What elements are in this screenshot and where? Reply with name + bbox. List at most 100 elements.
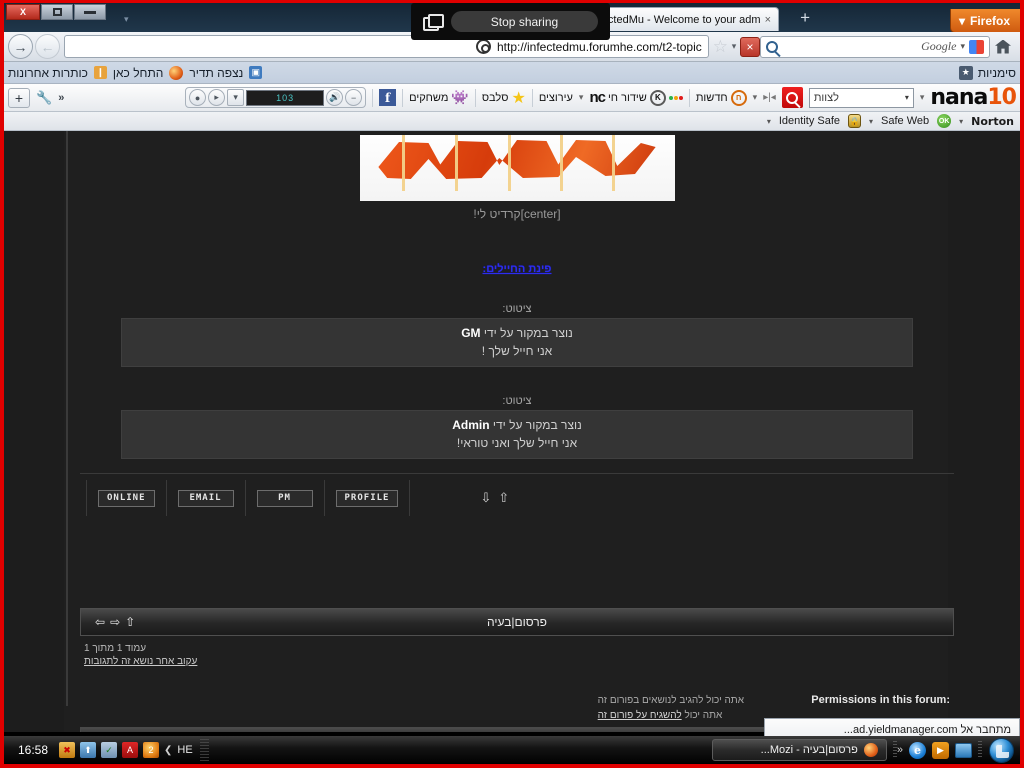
taskbar-grip[interactable]	[978, 741, 982, 759]
divider	[409, 480, 411, 516]
nana-item-news-label: חדשות	[695, 91, 728, 104]
nana10-logo[interactable]: nana10	[930, 86, 1017, 109]
nav-arrows: → ←	[8, 34, 60, 59]
page-indicator: עמוד 1 מתוך 1	[84, 643, 147, 654]
nana-search-input[interactable]: ▾ לצוות	[808, 87, 914, 108]
nana-search-button[interactable]	[781, 87, 803, 108]
tab-close-icon[interactable]: ×	[765, 14, 771, 26]
wrench-icon[interactable]: 🔧	[36, 90, 52, 106]
zoom-next-button[interactable]: ▸	[208, 89, 226, 106]
online-button[interactable]: ONLINE	[98, 489, 155, 507]
bookmark-item-start-label[interactable]: התחל כאן	[113, 66, 163, 80]
profile-button[interactable]: PROFILE	[335, 489, 399, 507]
tab-list-caret-icon[interactable]: ▾	[124, 14, 129, 25]
blocked-icon[interactable]: ✖	[59, 742, 76, 758]
search-bar[interactable]: Google ▾	[760, 35, 990, 58]
clock[interactable]: 16:58	[12, 743, 54, 757]
url-text: http://infectedmu.forumhe.com/t2-topic	[496, 39, 702, 54]
taskbar-grip-2[interactable]	[892, 741, 897, 759]
new-tab-button[interactable]: +	[800, 8, 810, 28]
url-bar[interactable]: http://infectedmu.forumhe.com/t2-topic	[64, 35, 709, 58]
quick-launch-bar: ▶ e	[903, 741, 978, 759]
news-caret-icon[interactable]: ▾	[753, 92, 758, 103]
bookmark-item-headlines-label[interactable]: כותרות אחרונות	[8, 66, 88, 80]
internet-explorer-icon[interactable]: e	[909, 741, 926, 759]
taskbar-item-firefox[interactable]: פרסום|בעיה - Mozi...	[711, 739, 887, 761]
email-button[interactable]: EMAIL	[177, 489, 234, 507]
bookmark-items: ▣ נצפה תדיר התחל כאן ❙ כותרות אחרונות	[8, 65, 263, 80]
network-icon[interactable]: ✓	[101, 742, 118, 758]
zoom-level-field[interactable]: 103	[246, 89, 325, 106]
quote-text-1: אני חייל שלך !	[481, 344, 553, 358]
nana-item-celebs[interactable]: ★ סלבס	[482, 88, 526, 108]
nana-caret-icon[interactable]: ▾	[920, 92, 925, 103]
search-engine-caret-icon[interactable]: ▾	[960, 41, 965, 52]
stop-loading-button[interactable]: ×	[740, 36, 760, 57]
live-icon: K	[649, 89, 666, 106]
zoom-dropdown-caret-icon[interactable]: ▾	[227, 89, 245, 106]
firefox-icon	[863, 743, 878, 757]
messenger-icon[interactable]: 2	[143, 742, 160, 758]
stop-sharing-button[interactable]: Stop sharing	[451, 11, 598, 32]
scroll-up-icon[interactable]: ⇧	[498, 490, 509, 506]
divider	[323, 480, 325, 516]
home-icon	[995, 39, 1011, 54]
firefox-menu-button[interactable]: ▾ Firefox	[949, 9, 1020, 33]
forward-button[interactable]: →	[8, 34, 33, 59]
nana10-toolbar: nana10 ▾ ▾ לצוות ◂|▸ ▾ ח חדשות K שידור ח…	[4, 84, 1020, 112]
window-close-button[interactable]: X	[6, 4, 40, 20]
nana-item-channels[interactable]: עירוצים	[539, 92, 573, 104]
window-restore-button[interactable]	[41, 4, 73, 20]
site-identity-icon[interactable]	[475, 39, 491, 54]
identity-safe-label[interactable]: Identity Safe	[779, 115, 840, 127]
nana-search-caret-icon[interactable]: ▾	[905, 93, 909, 102]
facebook-icon[interactable]: f	[379, 89, 397, 106]
start-button[interactable]	[984, 737, 1018, 763]
show-desktop-icon[interactable]	[955, 742, 972, 758]
permission-line-2-link[interactable]: להשגיח על פורום זה	[598, 710, 682, 721]
search-icon	[786, 91, 799, 104]
volume-icon[interactable]: 🔊	[326, 89, 344, 106]
scroll-down-icon[interactable]: ⇩	[480, 490, 491, 506]
bookmark-item-frequent-label[interactable]: נצפה תדיר	[189, 66, 243, 80]
update-icon[interactable]: ⬆	[80, 742, 97, 758]
channels-caret-icon[interactable]: ▾	[579, 92, 584, 103]
avg-icon[interactable]: A	[122, 742, 139, 758]
bookmarks-menu-group[interactable]: סימניות ★	[958, 65, 1016, 80]
bookmark-extra-icon[interactable]: ▣	[249, 66, 263, 79]
bookmarks-label: סימניות	[977, 65, 1016, 80]
window-minimize-button[interactable]	[74, 4, 106, 20]
post-blue-link[interactable]: פינת החיילים:	[80, 263, 954, 275]
identity-safe-caret-icon[interactable]: ▾	[767, 117, 771, 126]
toolbar-collapse-icon[interactable]: «	[58, 92, 64, 104]
show-desktop-strip[interactable]	[199, 739, 209, 761]
post-banner-image	[359, 135, 675, 201]
nana-item-games[interactable]: 👾 משחקים	[409, 89, 469, 106]
quote-text-2: אני חייל שלך ואני טוראי!	[456, 436, 578, 450]
lock-icon: 🔒	[848, 114, 862, 128]
nana-item-live[interactable]: K שידור חי nc	[589, 89, 683, 106]
norton-caret-icon[interactable]: ▾	[959, 117, 963, 126]
nana-item-news[interactable]: ח חדשות	[695, 89, 747, 106]
bookmark-star-icon[interactable]: ☆	[713, 37, 728, 57]
quick-launch-chevron-icon[interactable]: «	[897, 744, 903, 756]
zoom-minus-button[interactable]: −	[345, 89, 363, 106]
divider	[531, 88, 533, 107]
back-button[interactable]: ←	[35, 34, 60, 59]
divider	[86, 480, 87, 516]
safe-web-label[interactable]: Safe Web	[881, 115, 929, 127]
zoom-stop-button[interactable]: ●	[189, 89, 207, 106]
quote-header-1: ציטוט:	[502, 303, 532, 315]
breadcrumb-text[interactable]: InfectedMu :: הפורום ושרת המשחק :: חדשות…	[87, 732, 353, 733]
zoom-control[interactable]: − 🔊 103 ▾ ▸ ●	[185, 87, 367, 108]
tray-expand-icon[interactable]: ❯	[164, 745, 172, 756]
home-button[interactable]	[990, 35, 1016, 59]
screen-share-overlay: Stop sharing	[411, 3, 610, 40]
stop-dropdown-caret-icon[interactable]: ▾	[728, 35, 740, 59]
language-indicator[interactable]: HE	[177, 744, 192, 756]
safe-web-caret-icon[interactable]: ▾	[869, 117, 873, 126]
windows-media-player-icon[interactable]: ▶	[932, 741, 949, 759]
pm-button[interactable]: PM	[256, 489, 313, 507]
watch-topic-link[interactable]: עקוב אחר נושא זה לתגובות	[84, 656, 197, 667]
add-toolbar-button[interactable]: +	[8, 87, 30, 108]
